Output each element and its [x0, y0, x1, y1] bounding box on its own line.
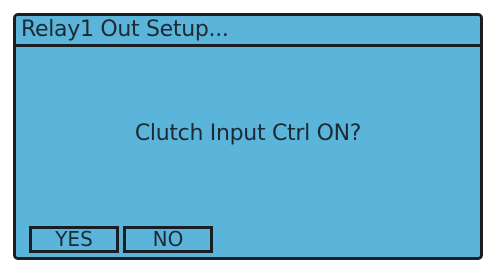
- confirmation-prompt: Clutch Input Ctrl ON?: [134, 121, 362, 146]
- no-button[interactable]: NO: [123, 226, 213, 253]
- yes-button[interactable]: YES: [29, 226, 119, 253]
- dialog-title: Relay1 Out Setup...: [16, 16, 480, 47]
- lcd-dialog: Relay1 Out Setup... Clutch Input Ctrl ON…: [13, 13, 483, 260]
